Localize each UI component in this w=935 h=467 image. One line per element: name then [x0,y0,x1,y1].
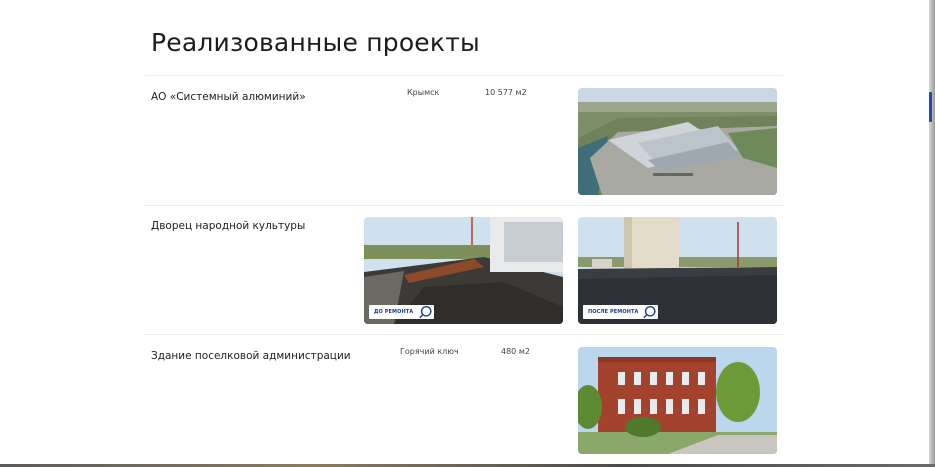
zoom-icon [643,305,656,319]
project-area: 10 577 м2 [485,88,527,97]
before-photo[interactable]: ДО РЕМОНТА [364,217,563,324]
project-city: Горячий ключ [400,347,459,356]
after-badge: ПОСЛЕ РЕМОНТА [583,305,644,319]
project-title: Здание поселковой администрации [151,350,351,362]
page-edge [929,0,935,467]
page-title: Реализованные проекты [151,28,480,57]
project-city: Крымск [407,88,440,97]
project-area: 480 м2 [501,347,530,356]
project-title: АО «Системный алюминий» [151,91,306,103]
project-title: Дворец народной культуры [151,220,306,232]
zoom-icon [419,305,432,319]
before-badge: ДО РЕМОНТА [369,305,419,319]
zoom-button[interactable] [641,305,658,319]
divider [145,334,783,335]
divider [145,75,783,76]
scrollbar-thumb[interactable] [929,92,932,122]
zoom-button[interactable] [417,305,434,319]
project-photo[interactable] [578,88,777,195]
project-photo[interactable] [578,347,777,454]
after-photo[interactable]: ПОСЛЕ РЕМОНТА [578,217,777,324]
divider [145,205,783,206]
